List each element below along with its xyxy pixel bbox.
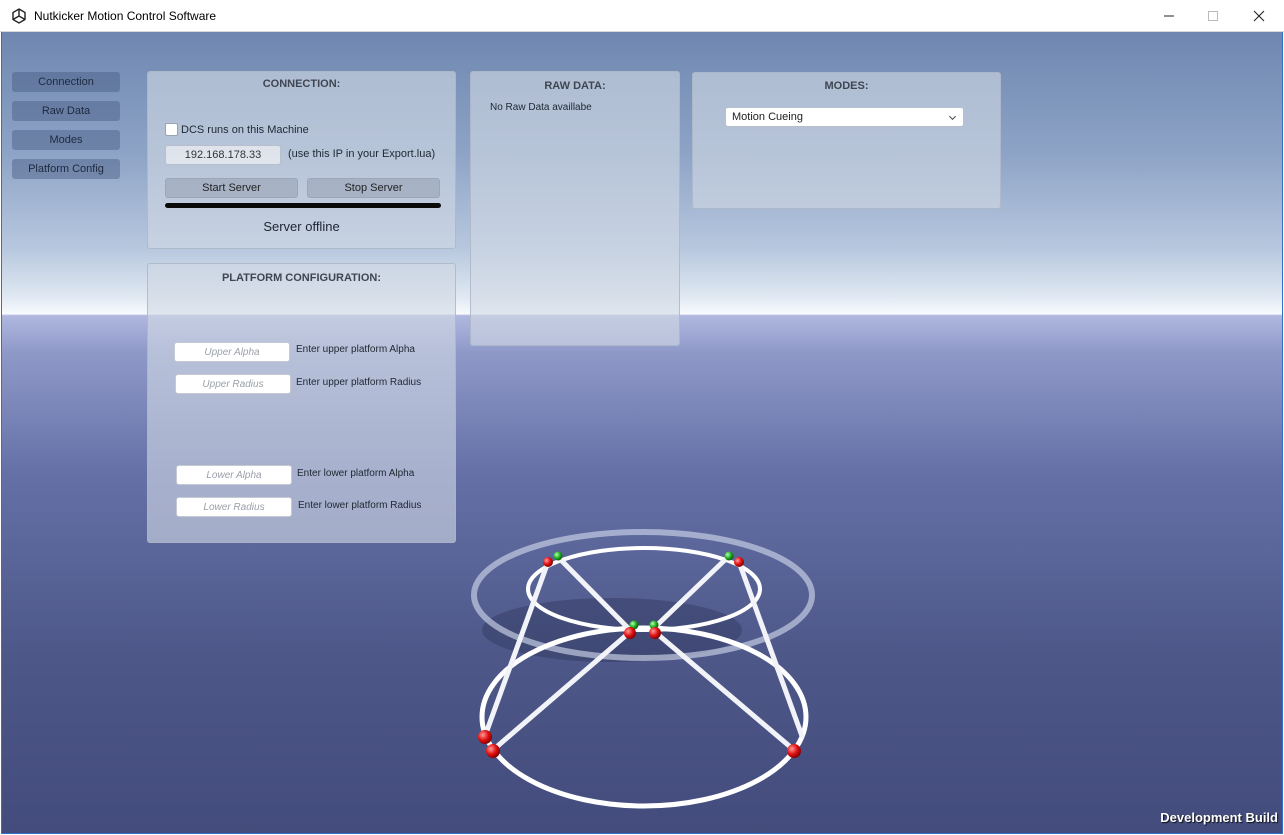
upper-alpha-input[interactable]: Upper Alpha: [174, 342, 290, 362]
lower-radius-label: Enter lower platform Radius: [298, 500, 422, 511]
start-server-button[interactable]: Start Server: [165, 178, 298, 198]
raw-data-title: RAW DATA:: [544, 80, 606, 92]
ip-address-field[interactable]: 192.168.178.33: [165, 145, 281, 165]
window-title: Nutkicker Motion Control Software: [34, 9, 217, 23]
upper-alpha-label: Enter upper platform Alpha: [296, 344, 415, 355]
joint-upper-left: [543, 557, 553, 567]
lower-radius-input[interactable]: Lower Radius: [176, 497, 292, 517]
joint-front-right: [649, 627, 661, 639]
connection-panel: CONNECTION: DCS runs on this Machine 192…: [147, 71, 456, 249]
close-icon: [1253, 10, 1265, 22]
raw-data-text: No Raw Data availlabe: [490, 102, 592, 113]
lower-alpha-input[interactable]: Lower Alpha: [176, 465, 292, 485]
mode-select-value: Motion Cueing: [732, 111, 803, 123]
chevron-down-icon: [948, 115, 957, 121]
dcs-local-checkbox[interactable]: [165, 123, 178, 136]
minimize-icon: [1164, 15, 1174, 17]
joint-base-left-lower: [486, 744, 500, 758]
mode-select[interactable]: Motion Cueing: [725, 107, 964, 127]
joint-upper-right: [734, 557, 744, 567]
sidebar-item-platform-config[interactable]: Platform Config: [12, 159, 120, 179]
sidebar-item-raw-data[interactable]: Raw Data: [12, 101, 120, 121]
joint-front-left: [624, 627, 636, 639]
sidebar-item-modes[interactable]: Modes: [12, 130, 120, 150]
platform-config-panel: PLATFORM CONFIGURATION: Upper Alpha Ente…: [147, 263, 456, 543]
platform-config-title: PLATFORM CONFIGURATION:: [221, 272, 382, 284]
upper-radius-input[interactable]: Upper Radius: [175, 374, 291, 394]
lower-alpha-label: Enter lower platform Alpha: [297, 468, 415, 479]
maximize-icon: [1208, 11, 1218, 21]
connection-title: CONNECTION:: [262, 78, 341, 90]
server-status: Server offline: [263, 219, 340, 234]
joint-upper-left-green: [553, 551, 563, 561]
close-button[interactable]: [1236, 0, 1282, 32]
ip-hint-label: (use this IP in your Export.lua): [288, 148, 436, 160]
server-progress-bar: [165, 203, 441, 208]
upper-radius-label: Enter upper platform Radius: [296, 377, 422, 388]
joint-base-left-upper: [478, 730, 492, 744]
modes-title: MODES:: [824, 80, 869, 92]
development-build-label: Development Build: [1160, 810, 1278, 825]
maximize-button[interactable]: [1190, 0, 1236, 32]
joint-upper-right-green: [724, 551, 734, 561]
stop-server-button[interactable]: Stop Server: [307, 178, 440, 198]
modes-panel: MODES: Motion Cueing: [692, 72, 1001, 209]
title-bar: Nutkicker Motion Control Software: [0, 0, 1284, 32]
joint-base-right: [787, 744, 801, 758]
dcs-local-label: DCS runs on this Machine: [181, 124, 309, 136]
scene-viewport: Connection Raw Data Modes Platform Confi…: [1, 32, 1283, 834]
raw-data-panel: RAW DATA: No Raw Data availlabe: [470, 71, 680, 346]
sidebar-item-connection[interactable]: Connection: [12, 72, 120, 92]
minimize-button[interactable]: [1146, 0, 1192, 32]
unity-logo-icon: [12, 8, 26, 24]
